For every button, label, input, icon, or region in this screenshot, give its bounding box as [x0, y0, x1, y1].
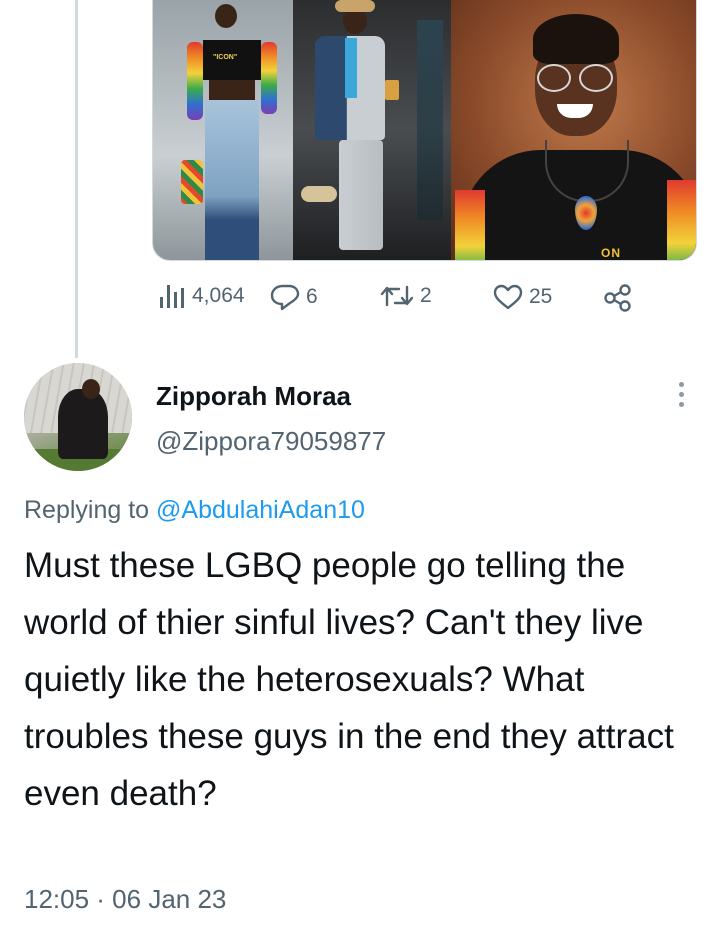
views-icon — [160, 285, 184, 308]
display-name[interactable]: Zipporah Moraa — [156, 381, 351, 412]
shirt-text: ON — [601, 246, 621, 260]
like-icon — [493, 284, 523, 310]
retweet-button[interactable]: 2 — [380, 283, 432, 309]
reply-button[interactable]: 6 — [270, 283, 318, 311]
replying-to-link[interactable]: @AbdulahiAdan10 — [156, 496, 365, 524]
replying-to: Replying to @AbdulahiAdan10 — [24, 496, 365, 525]
tweet-media-grid[interactable]: "ICON" ON — [152, 0, 697, 261]
photo-blue-coat[interactable] — [293, 0, 451, 260]
retweet-icon — [380, 285, 414, 307]
views-button[interactable]: 4,064 — [158, 283, 245, 309]
more-icon — [678, 382, 684, 387]
shirt-text: "ICON" — [213, 54, 238, 61]
views-count: 4,064 — [192, 284, 245, 307]
likes-count: 25 — [529, 285, 553, 308]
avatar[interactable] — [24, 363, 132, 471]
more-options-button[interactable] — [671, 382, 691, 412]
photo-rainbow-outfit[interactable]: "ICON" — [153, 0, 293, 260]
reply-icon — [270, 284, 300, 311]
retweets-count: 2 — [420, 284, 432, 307]
photo-smiling-glasses[interactable]: ON — [451, 0, 696, 260]
share-button[interactable] — [603, 283, 633, 313]
share-icon — [604, 284, 631, 312]
user-handle[interactable]: @Zippora79059877 — [156, 426, 386, 457]
tweet-text: Must these LGBQ people go telling the wo… — [24, 546, 674, 813]
tweet-action-bar: 4,064 6 2 25 — [0, 283, 720, 319]
tweet-timestamp[interactable]: 12:05 · 06 Jan 23 — [24, 884, 226, 915]
replying-prefix: Replying to — [24, 496, 150, 524]
replies-count: 6 — [306, 285, 318, 308]
like-button[interactable]: 25 — [493, 283, 552, 311]
